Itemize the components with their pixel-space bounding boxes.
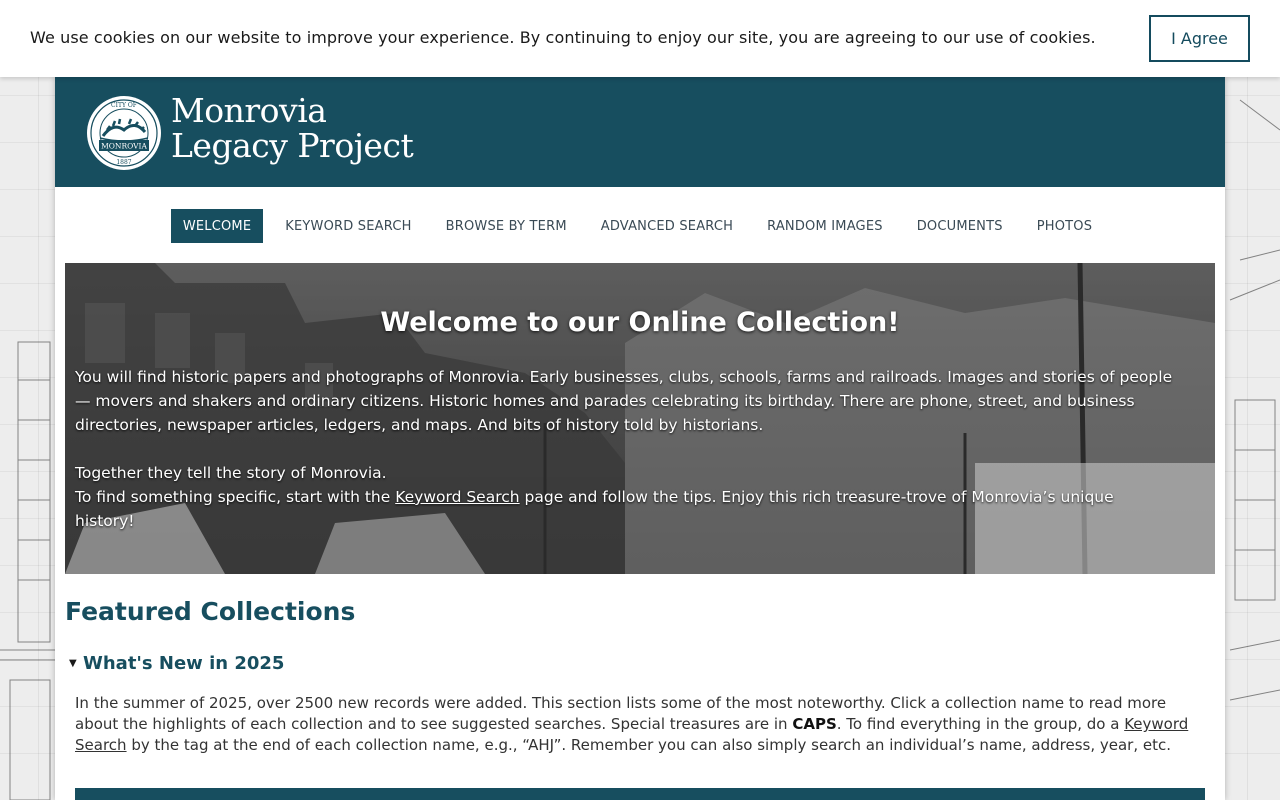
- brand-line-1: Monrovia: [171, 91, 327, 130]
- hero-text: You will find historic papers and photog…: [75, 365, 1175, 533]
- keyword-search-link[interactable]: Keyword Search: [395, 488, 519, 506]
- cookie-message: We use cookies on our website to improve…: [30, 28, 1096, 47]
- site-brand[interactable]: Monrovia Legacy Project: [171, 91, 414, 165]
- page-container: MONROVIA CITY OF 1887 Monrovia Legacy Pr…: [55, 77, 1225, 800]
- collection-bar: [75, 788, 1205, 800]
- hero-paragraph-3: To find something specific, start with t…: [75, 488, 1114, 530]
- caret-down-icon: ▼: [69, 658, 77, 669]
- hero-title: Welcome to our Online Collection!: [380, 307, 900, 338]
- nav-advanced-search[interactable]: ADVANCED SEARCH: [584, 209, 750, 243]
- featured-collections-heading: Featured Collections: [65, 597, 356, 626]
- cookie-banner: We use cookies on our website to improve…: [0, 0, 1280, 77]
- nav-browse-by-term[interactable]: BROWSE BY TERM: [429, 209, 584, 243]
- accordion-title: What's New in 2025: [83, 653, 285, 674]
- city-seal-logo[interactable]: MONROVIA CITY OF 1887: [85, 94, 163, 172]
- main-nav: WELCOME KEYWORD SEARCH BROWSE BY TERM AD…: [55, 187, 1225, 263]
- nav-photos[interactable]: PHOTOS: [1020, 209, 1109, 243]
- accordion-whats-new[interactable]: ▼ What's New in 2025: [69, 653, 284, 674]
- accordion-body: In the summer of 2025, over 2500 new rec…: [75, 694, 1189, 754]
- seal-top-text: CITY OF: [111, 102, 137, 109]
- nav-documents[interactable]: DOCUMENTS: [900, 209, 1020, 243]
- nav-random-images[interactable]: RANDOM IMAGES: [750, 209, 900, 243]
- seal-text: MONROVIA: [101, 142, 147, 151]
- agree-button[interactable]: I Agree: [1149, 15, 1250, 62]
- nav-welcome[interactable]: WELCOME: [170, 209, 264, 243]
- nav-keyword-search[interactable]: KEYWORD SEARCH: [268, 209, 428, 243]
- hero-banner: Welcome to our Online Collection! You wi…: [65, 263, 1215, 574]
- caps-emphasis: CAPS: [792, 715, 837, 733]
- site-header: MONROVIA CITY OF 1887 Monrovia Legacy Pr…: [55, 77, 1225, 187]
- seal-year-text: 1887: [116, 159, 131, 166]
- hero-paragraph-2: Together they tell the story of Monrovia…: [75, 464, 387, 482]
- brand-line-2: Legacy Project: [171, 126, 414, 165]
- hero-paragraph-1: You will find historic papers and photog…: [75, 368, 1173, 434]
